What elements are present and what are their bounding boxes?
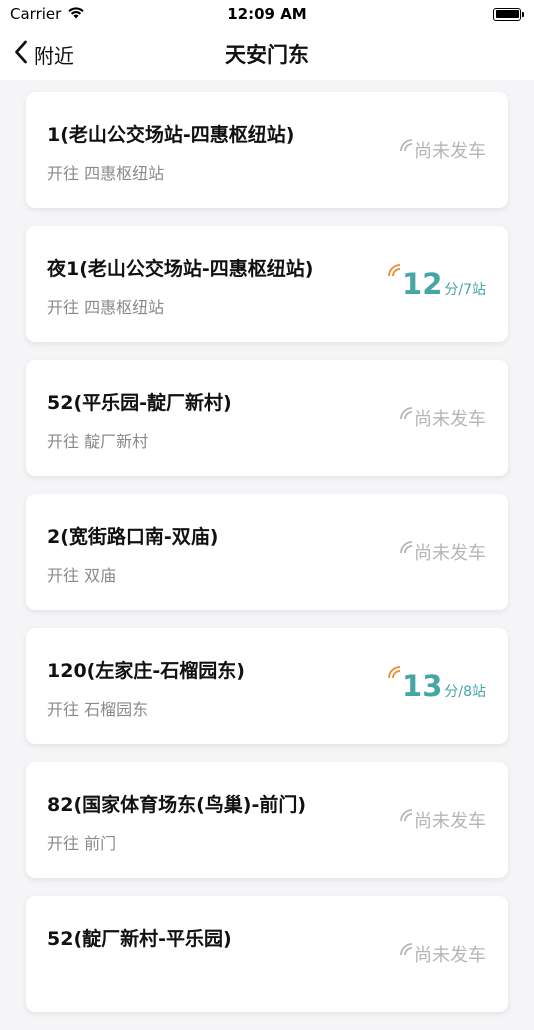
status-text: 尚未发车	[414, 811, 486, 832]
status-left: Carrier	[10, 5, 85, 23]
route-direction: 开往 前门	[47, 834, 117, 853]
route-status: 尚未发车	[399, 360, 486, 476]
route-direction: 开往 四惠枢纽站	[47, 164, 165, 183]
route-status: 尚未发车	[399, 896, 486, 1012]
status-text: 尚未发车	[414, 945, 486, 966]
route-name: 52(靛厂新村-平乐园)	[47, 928, 232, 950]
route-card[interactable]: 夜1(老山公交场站-四惠枢纽站) 开往 四惠枢纽站 12 分/7站	[26, 226, 508, 342]
route-name: 夜1(老山公交场站-四惠枢纽站)	[47, 258, 314, 280]
route-name: 82(国家体育场东(鸟巢)-前门)	[47, 794, 307, 816]
route-card[interactable]: 52(平乐园-靛厂新村) 开往 靛厂新村 尚未发车	[26, 360, 508, 476]
eta-unit: 分/8站	[444, 684, 486, 700]
eta: 13 分/8站	[387, 666, 486, 703]
route-direction: 开往 石榴园东	[47, 700, 149, 719]
signal-icon	[400, 541, 413, 554]
route-name: 52(平乐园-靛厂新村)	[47, 392, 232, 414]
route-status: 12 分/7站	[387, 226, 486, 342]
route-name: 2(宽街路口南-双庙)	[47, 526, 219, 548]
eta-minutes: 13	[402, 669, 443, 703]
route-status: 尚未发车	[399, 762, 486, 878]
route-list: 1(老山公交场站-四惠枢纽站) 开往 四惠枢纽站 尚未发车 夜1(老山公交场站-…	[26, 92, 508, 1030]
route-direction: 开往 靛厂新村	[47, 432, 149, 451]
route-card[interactable]: 2(宽街路口南-双庙) 开往 双庙 尚未发车	[26, 494, 508, 610]
carrier-label: Carrier	[10, 5, 62, 23]
route-card[interactable]: 120(左家庄-石榴园东) 开往 石榴园东 13 分/8站	[26, 628, 508, 744]
route-direction: 开往 四惠枢纽站	[47, 298, 165, 317]
route-status: 尚未发车	[399, 494, 486, 610]
signal-icon	[388, 666, 401, 679]
eta: 12 分/7站	[387, 264, 486, 301]
route-card[interactable]: 82(国家体育场东(鸟巢)-前门) 开往 前门 尚未发车	[26, 762, 508, 878]
back-button[interactable]: 附近	[14, 28, 74, 80]
back-label: 附近	[34, 43, 74, 68]
battery-icon	[493, 7, 524, 21]
signal-icon	[400, 139, 413, 152]
route-card[interactable]: 52(靛厂新村-平乐园) 尚未发车	[26, 896, 508, 1012]
route-name: 120(左家庄-石榴园东)	[47, 660, 245, 682]
status-text: 尚未发车	[414, 409, 486, 430]
status-text: 尚未发车	[414, 141, 486, 162]
wifi-icon	[67, 5, 85, 23]
signal-icon	[388, 264, 401, 277]
status-bar: Carrier 12:09 AM	[0, 0, 534, 28]
eta-minutes: 12	[402, 267, 443, 301]
signal-icon	[400, 809, 413, 822]
chevron-left-icon	[14, 40, 28, 68]
signal-icon	[400, 407, 413, 420]
page-title: 天安门东	[225, 43, 309, 67]
navigation-bar: 附近 天安门东	[0, 28, 534, 80]
signal-icon	[400, 943, 413, 956]
route-status: 13 分/8站	[387, 628, 486, 744]
eta-unit: 分/7站	[444, 282, 486, 298]
route-card[interactable]: 1(老山公交场站-四惠枢纽站) 开往 四惠枢纽站 尚未发车	[26, 92, 508, 208]
route-name: 1(老山公交场站-四惠枢纽站)	[47, 124, 295, 146]
route-status: 尚未发车	[399, 92, 486, 208]
status-text: 尚未发车	[414, 543, 486, 564]
route-direction: 开往 双庙	[47, 566, 117, 585]
